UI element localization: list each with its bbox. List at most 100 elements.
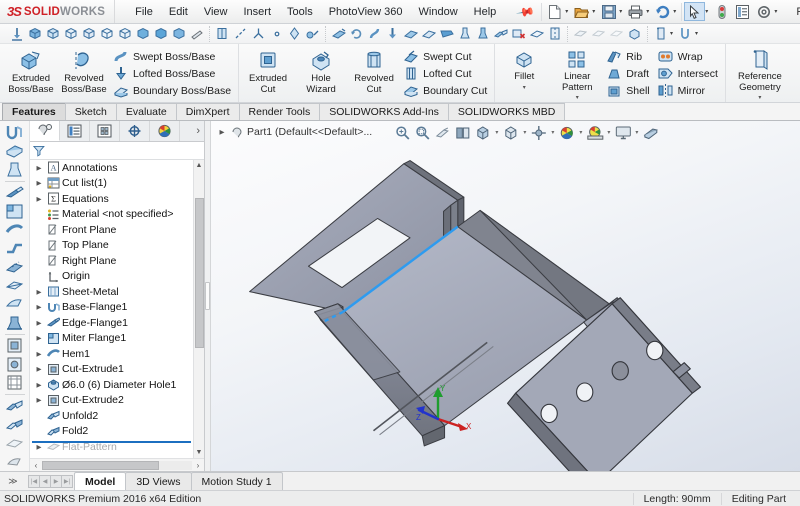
- reference-geometry-button[interactable]: Reference Geometry ▾: [729, 46, 791, 101]
- no-bends-left-icon[interactable]: [3, 452, 27, 471]
- hscroll-track[interactable]: [42, 460, 192, 470]
- configuration-manager-tab[interactable]: [90, 121, 120, 141]
- box-6-icon[interactable]: [116, 26, 133, 42]
- fillet-dropdown[interactable]: ▾: [498, 84, 550, 91]
- down-flange-icon[interactable]: [384, 26, 401, 42]
- no-bends-icon[interactable]: [188, 26, 205, 42]
- expand-arrow[interactable]: ▶: [34, 396, 44, 404]
- file-properties-icon[interactable]: [732, 2, 753, 21]
- save-icon[interactable]: [598, 2, 619, 21]
- box-2-icon[interactable]: [44, 26, 61, 42]
- sheet-face-icon[interactable]: [438, 26, 455, 42]
- menu-item-tools[interactable]: Tools: [279, 3, 321, 21]
- box-9-icon[interactable]: [170, 26, 187, 42]
- tree-item-annotations[interactable]: ▶ A Annotations: [30, 160, 193, 176]
- lofted-boss-base-button[interactable]: Lofted Boss/Base: [111, 65, 235, 82]
- reference-geometry-dropdown[interactable]: ▾: [729, 94, 791, 101]
- tab-solidworks-mbd[interactable]: SOLIDWORKS MBD: [447, 103, 566, 120]
- box-4-icon[interactable]: [80, 26, 97, 42]
- lofted-bend-icon[interactable]: [402, 26, 419, 42]
- expand-arrow[interactable]: ▶: [34, 381, 44, 389]
- scroll-right-arrow[interactable]: ›: [192, 461, 204, 470]
- simple-hole-left-icon[interactable]: [3, 355, 27, 374]
- curves-strip-icon[interactable]: [677, 26, 694, 42]
- flatten-icon[interactable]: [330, 26, 347, 42]
- feature-tree-tab[interactable]: [30, 121, 60, 141]
- line-icon[interactable]: [232, 26, 249, 42]
- undo-icon[interactable]: [652, 2, 673, 21]
- unfold-strip-icon[interactable]: [492, 26, 509, 42]
- tree-item-cut-list[interactable]: ▶ Cut list(1): [30, 176, 193, 192]
- rib-button[interactable]: Rib: [604, 48, 653, 65]
- boundary-bend-icon[interactable]: [420, 26, 437, 42]
- linear-pattern-button[interactable]: Linear Pattern ▾: [551, 46, 603, 101]
- tree-item-diameter-hole1[interactable]: ▶ Ø6.0 (6) Diameter Hole1: [30, 377, 193, 393]
- display-manager-tab[interactable]: [150, 121, 180, 141]
- point-icon[interactable]: [268, 26, 285, 42]
- expand-arrow[interactable]: ▶: [34, 319, 44, 327]
- closed-corner-icon[interactable]: [590, 26, 607, 42]
- rip-icon[interactable]: [546, 26, 563, 42]
- jog-tool-icon[interactable]: [3, 239, 27, 258]
- tree-item-front-plane[interactable]: Front Plane: [30, 222, 193, 238]
- feature-tree-vertical-scrollbar[interactable]: ▲ ▼: [193, 160, 204, 458]
- mirror-button[interactable]: Mirror: [655, 82, 722, 99]
- scroll-down-arrow[interactable]: ▼: [194, 447, 204, 458]
- plane-ref-icon[interactable]: [286, 26, 303, 42]
- menu-item-file[interactable]: File: [127, 3, 161, 21]
- tree-item-cut-extrude1[interactable]: ▶ Cut-Extrude1: [30, 362, 193, 378]
- expand-arrow[interactable]: ▶: [34, 164, 44, 172]
- revolved-cut-button[interactable]: Revolved Cut: [348, 46, 400, 95]
- open-document-icon[interactable]: [571, 2, 592, 21]
- intersect-button[interactable]: Intersect: [655, 65, 722, 82]
- hole-wizard-button[interactable]: Hole Wizard: [295, 46, 347, 95]
- swept-boss-base-button[interactable]: Swept Boss/Base: [111, 48, 235, 65]
- extruded-cut-button[interactable]: Extruded Cut: [242, 46, 294, 95]
- tree-item-hem1[interactable]: ▶ Hem1: [30, 346, 193, 362]
- tree-item-miter-flange1[interactable]: ▶ Miter Flange1: [30, 331, 193, 347]
- menu-item-view[interactable]: View: [196, 3, 236, 21]
- brand-logo[interactable]: 3S SOLIDWORKS: [0, 0, 116, 23]
- new-document-icon[interactable]: [544, 2, 565, 21]
- insert-bends-icon[interactable]: [8, 26, 25, 42]
- property-manager-tab[interactable]: [60, 121, 90, 141]
- expand-arrow[interactable]: ▶: [34, 443, 44, 451]
- extruded-boss-base-button[interactable]: Extruded Boss/Base: [5, 46, 57, 95]
- tree-item-base-flange1[interactable]: ▶ Base-Flange1: [30, 300, 193, 316]
- collapse-feature-manager-icon[interactable]: ≫: [0, 472, 26, 490]
- emboss-icon[interactable]: [474, 26, 491, 42]
- expand-arrow[interactable]: ▶: [34, 365, 44, 373]
- corner-trim-icon[interactable]: [572, 26, 589, 42]
- menu-item-help[interactable]: Help: [466, 3, 505, 21]
- lofted-bend-tool-icon[interactable]: [3, 160, 27, 179]
- hscroll-thumb[interactable]: [42, 460, 159, 470]
- boundary-cut-button[interactable]: Boundary Cut: [401, 82, 491, 99]
- expand-arrow[interactable]: ▶: [34, 303, 44, 311]
- unfold-left-icon[interactable]: [3, 397, 27, 416]
- tree-item-edge-flange1[interactable]: ▶ Edge-Flange1: [30, 315, 193, 331]
- expand-arrow[interactable]: ▶: [34, 334, 44, 342]
- tree-item-origin[interactable]: Origin: [30, 269, 193, 285]
- forming-tool-left-icon[interactable]: [3, 313, 27, 332]
- hem-tool-icon[interactable]: [3, 220, 27, 239]
- forming-tool-icon[interactable]: [456, 26, 473, 42]
- curves-dropdown[interactable]: ▾: [792, 84, 800, 91]
- expand-arrow[interactable]: ▶: [34, 288, 44, 296]
- welded-corner-icon[interactable]: [608, 26, 625, 42]
- delete-bend-icon[interactable]: [510, 26, 527, 42]
- swept-cut-button[interactable]: Swept Cut: [401, 48, 491, 65]
- tree-item-right-plane[interactable]: Right Plane: [30, 253, 193, 269]
- miter-flange-tool-icon[interactable]: [3, 202, 27, 221]
- curves-button[interactable]: Curves ▾: [792, 46, 800, 91]
- tree-item-sheet-metal[interactable]: ▶ Sheet-Metal: [30, 284, 193, 300]
- menu-item-insert[interactable]: Insert: [236, 3, 280, 21]
- tab-dimxpert[interactable]: DimXpert: [175, 103, 240, 120]
- convert-to-sheetmetal-icon[interactable]: [3, 142, 27, 161]
- expand-arrow[interactable]: ▶: [34, 179, 44, 187]
- box-8-icon[interactable]: [152, 26, 169, 42]
- tree-item-fold2[interactable]: Fold2: [30, 424, 193, 440]
- feature-tree-horizontal-scrollbar[interactable]: ‹ ›: [30, 458, 204, 471]
- undo-dropdown[interactable]: ▾: [673, 8, 679, 15]
- edge-flange-tool-icon[interactable]: [3, 183, 27, 202]
- swept-flange-icon[interactable]: [366, 26, 383, 42]
